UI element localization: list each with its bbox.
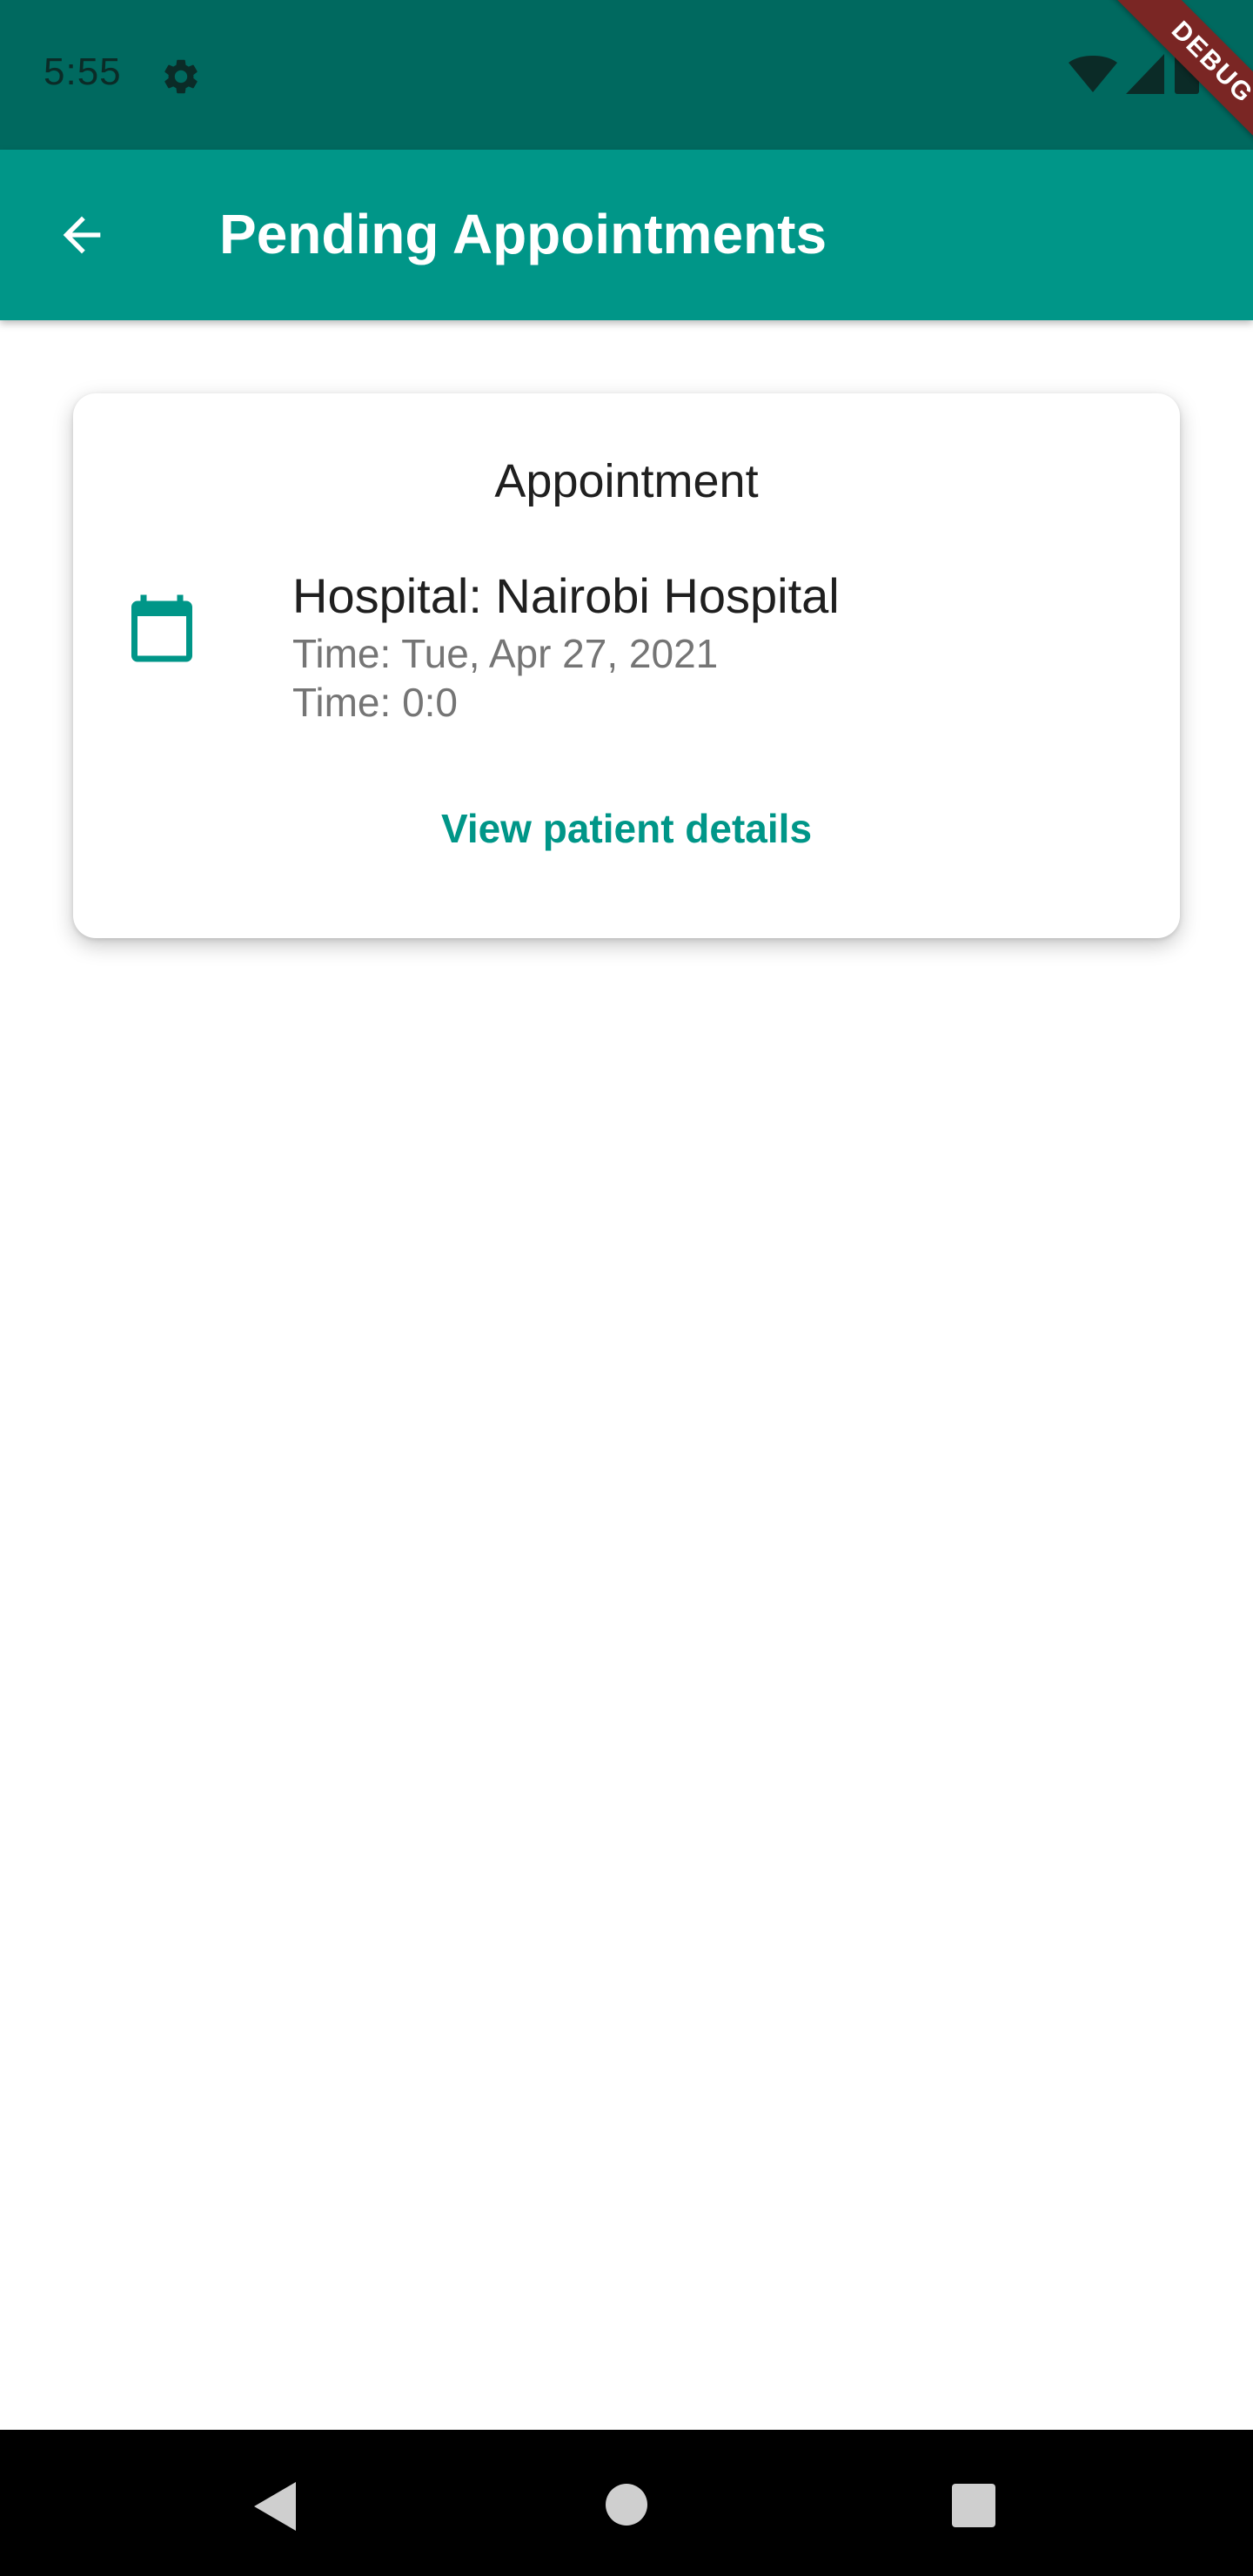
appointment-card: Appointment Hospital: Nairobi Hospital T… [73,393,1180,938]
nav-home-icon[interactable] [604,2482,649,2527]
system-nav-bar [0,2430,1253,2576]
card-title: Appointment [494,455,759,507]
calendar-icon [131,594,192,662]
arrow-back-icon [63,216,101,254]
hospital-name: Hospital: Nairobi Hospital [292,568,840,623]
gear-icon [164,59,198,94]
status-bar: 5:55 [0,0,1253,150]
appointment-date: Time: Tue, Apr 27, 2021 [292,631,719,676]
signal-icon [1126,54,1164,94]
wifi-icon [1069,56,1117,92]
back-button[interactable] [49,202,115,268]
view-patient-details-button[interactable]: View patient details [441,785,812,872]
nav-recents-icon[interactable] [950,2482,997,2529]
app-bar: Pending Appointments [0,150,1253,320]
screen: 5:55 DEBUG Pending Appointments Appointm… [0,0,1253,2576]
status-time: 5:55 [44,50,122,93]
nav-back-icon[interactable] [251,2479,299,2534]
page-title: Pending Appointments [219,203,828,265]
appointment-time: Time: 0:0 [292,680,459,725]
